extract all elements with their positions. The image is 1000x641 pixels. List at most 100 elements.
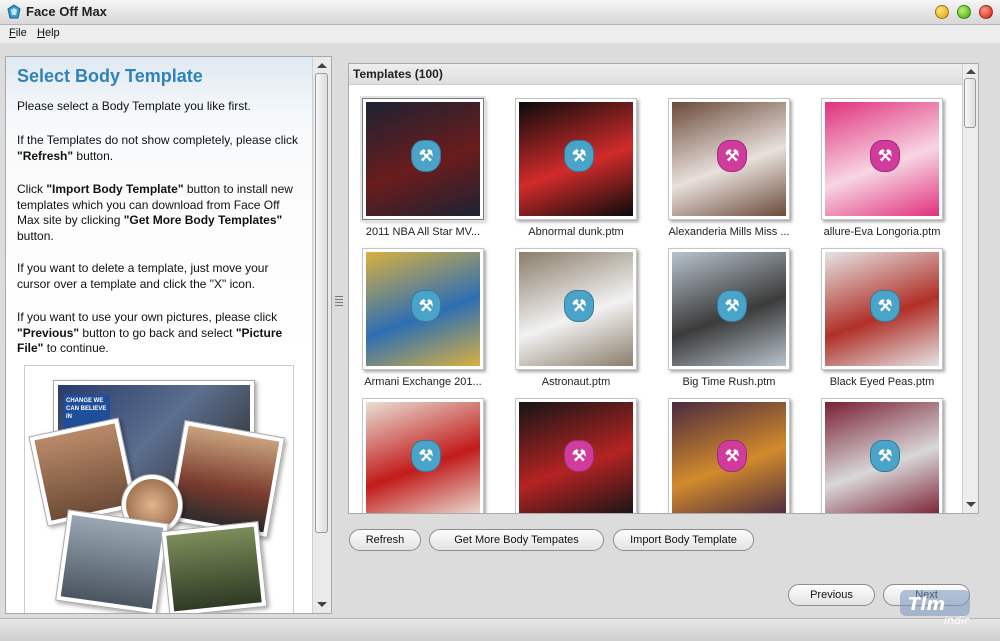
get-more-templates-button[interactable]: Get More Body Tempates [429,529,604,551]
maximize-button[interactable] [957,5,971,19]
scroll-down-icon[interactable] [317,602,327,607]
page-title: Select Body Template [17,66,203,86]
refresh-label: Refresh [365,534,405,546]
menu-help[interactable]: Help [37,27,60,39]
previous-button[interactable]: Previous [788,584,875,606]
face-placeholder-icon: ⚒ [564,290,594,322]
instruction-text: Please select a Body Template you like f… [17,99,303,115]
collage-photo [166,419,286,539]
template-thumbnail[interactable]: ⚒ allure-Eva Longoria.ptm [808,84,948,238]
face-placeholder-icon: ⚒ [411,140,441,172]
previous-ref: "Previous" [17,325,80,340]
next-button[interactable]: Next [883,584,970,606]
template-image: ⚒ [672,102,786,216]
template-thumbnail[interactable]: ⚒ Black Eyed Peas.ptm [808,234,948,388]
template-thumbnail[interactable]: ⚒ Abnormal dunk.ptm [502,84,642,238]
face-placeholder-icon: ⚒ [411,440,441,472]
template-thumbnail[interactable]: ⚒ [655,384,795,513]
template-image: ⚒ [366,402,480,513]
template-thumbnail[interactable]: ⚒ 2011 NBA All Star MV... [349,84,489,238]
title-bar: Face Off Max [0,0,1000,25]
template-thumbnail[interactable]: ⚒ [502,384,642,513]
instructions-content: Select Body Template Please select a Bod… [6,57,312,613]
template-image: ⚒ [519,102,633,216]
import-template-button[interactable]: Import Body Template [613,529,754,551]
instruction-refresh: If the Templates do not show completely,… [17,133,303,164]
template-thumbnail[interactable]: ⚒ [349,384,489,513]
template-frame[interactable]: ⚒ [362,398,484,513]
template-frame[interactable]: ⚒ [821,398,943,513]
template-frame[interactable]: ⚒ [515,98,637,220]
menu-file[interactable]: File [9,27,27,39]
text: button to go back and select [79,325,236,340]
face-placeholder-icon: ⚒ [870,440,900,472]
scroll-thumb[interactable] [315,73,328,533]
template-frame[interactable]: ⚒ [821,248,943,370]
template-frame[interactable]: ⚒ [821,98,943,220]
face-placeholder-icon: ⚒ [564,440,594,472]
scroll-down-icon[interactable] [966,502,976,507]
text: If you want to delete a template, just m… [17,261,269,291]
template-thumbnail[interactable]: ⚒ Astronaut.ptm [502,234,642,388]
refresh-ref: "Refresh" [17,148,74,163]
panel-splitter[interactable] [333,56,345,614]
close-button[interactable] [979,5,993,19]
grip-icon [335,296,343,306]
template-image: ⚒ [825,402,939,513]
instruction-line: Please select a Body Template you like f… [17,99,251,113]
face-placeholder-icon: ⚒ [564,140,594,172]
text: button. [73,148,114,163]
app-logo-icon [7,4,21,19]
template-frame[interactable]: ⚒ [362,248,484,370]
minimize-button[interactable] [935,5,949,19]
instruction-import: Click "Import Body Template" button to i… [17,182,303,244]
templates-header: Templates (100) [349,64,962,85]
scroll-up-icon[interactable] [317,63,327,68]
template-image: ⚒ [825,102,939,216]
template-image: ⚒ [519,402,633,513]
templates-count: Templates (100) [353,67,443,81]
collage-photo [55,509,169,613]
template-image: ⚒ [672,402,786,513]
import-ref: "Import Body Template" [46,182,184,196]
template-frame[interactable]: ⚒ [515,398,637,513]
template-thumbnail[interactable]: ⚒ Alexanderia Mills Miss ... [655,84,795,238]
previous-label: Previous [810,589,853,601]
template-image: ⚒ [366,252,480,366]
text: If you want to use your own pictures, pl… [17,310,278,324]
face-placeholder-icon: ⚒ [717,440,747,472]
menu-bar: File Help [0,25,1000,43]
template-thumbnail[interactable]: ⚒ Armani Exchange 201... [349,234,489,388]
face-placeholder-icon: ⚒ [411,290,441,322]
template-frame[interactable]: ⚒ [360,96,486,222]
template-frame[interactable]: ⚒ [515,248,637,370]
template-thumbnail[interactable]: ⚒ [808,384,948,513]
face-placeholder-icon: ⚒ [717,290,747,322]
template-image: ⚒ [825,252,939,366]
template-thumbnail[interactable]: ⚒ Big Time Rush.ptm [655,234,795,388]
template-image: ⚒ [519,252,633,366]
scroll-thumb[interactable] [964,78,976,128]
instructions-panel: Select Body Template Please select a Bod… [5,56,332,614]
get-more-ref: "Get More Body Templates" [123,213,283,227]
refresh-button[interactable]: Refresh [349,529,421,551]
instructions-scrollbar[interactable] [312,57,331,613]
template-frame[interactable]: ⚒ [668,98,790,220]
window-title: Face Off Max [26,4,107,19]
face-placeholder-icon: ⚒ [870,140,900,172]
template-frame[interactable]: ⚒ [668,398,790,513]
templates-panel: Templates (100) ⚒ 2011 NBA All Star MV...… [348,63,979,514]
instruction-own-pictures: If you want to use your own pictures, pl… [17,310,303,357]
templates-grid: ⚒ 2011 NBA All Star MV... ⚒ Abnormal dunk.p… [349,84,962,513]
text: button. [17,228,54,243]
template-frame[interactable]: ⚒ [668,248,790,370]
scroll-up-icon[interactable] [966,69,976,74]
template-image: ⚒ [672,252,786,366]
next-label: Next [915,589,938,601]
instruction-delete: If you want to delete a template, just m… [17,261,303,292]
preview-collage: CHANGE WE CAN BELIEVE IN [24,365,294,613]
face-placeholder-icon: ⚒ [870,290,900,322]
templates-scrollbar[interactable] [962,64,978,513]
template-image: ⚒ [366,102,480,216]
get-more-label: Get More Body Tempates [454,534,579,546]
